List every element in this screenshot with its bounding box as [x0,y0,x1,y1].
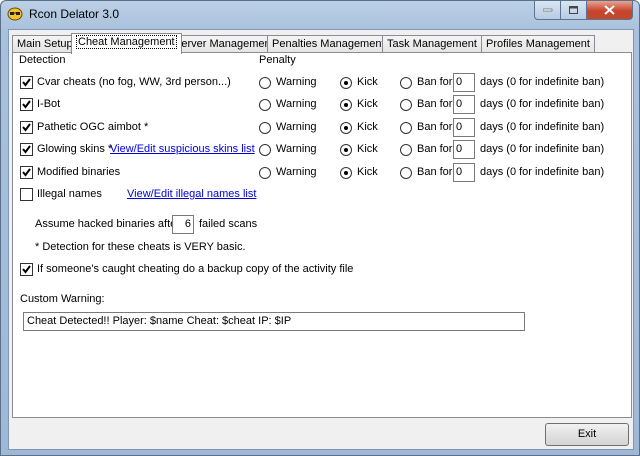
cvar-ban-days-input[interactable]: 0 [453,73,475,92]
binaries-ban-radio[interactable] [400,167,412,179]
skins-warning-radio[interactable] [259,144,271,156]
custom-warning-input[interactable]: Cheat Detected!! Player: $name Cheat: $c… [23,312,525,331]
ibot-label: I-Bot [37,98,61,110]
tab-label: Server Management [174,38,274,50]
ogc-aimbot-checkbox[interactable] [20,121,33,134]
close-icon [604,5,615,15]
cvar-ban-radio[interactable] [400,77,412,89]
cheat-management-panel: Detection Penalty Cvar cheats (no fog, W… [12,52,632,418]
backup-activity-checkbox[interactable] [20,263,33,276]
binaries-ban-days-input[interactable]: 0 [453,163,475,182]
checkmark-icon [22,145,31,154]
warning-label: Warning [276,166,317,178]
illegal-names-link[interactable]: View/Edit illegal names list [127,188,256,200]
tab-label: Main Setup [17,38,73,50]
ban-label: Ban for [417,76,453,88]
close-button[interactable] [587,1,633,20]
binaries-warning-radio[interactable] [259,167,271,179]
cvar-cheats-label: Cvar cheats (no fog, WW, 3rd person...) [37,76,231,88]
client-area: Main Setup Cheat Management Server Manag… [8,29,634,450]
tab-label: Profiles Management [486,38,590,50]
checkmark-icon [22,78,31,87]
hacked-binaries-suffix: failed scans [199,218,258,230]
modified-binaries-label: Modified binaries [37,166,121,178]
minimize-icon [542,8,552,12]
ogc-ban-radio[interactable] [400,122,412,134]
skins-ban-days-input[interactable]: 0 [453,140,475,159]
days-label: days (0 for indefinite ban) [480,143,605,155]
detection-note: * Detection for these cheats is VERY bas… [35,241,246,253]
skins-kick-radio[interactable] [340,144,352,156]
tab-server-management[interactable]: Server Management [169,35,279,53]
kick-label: Kick [357,143,378,155]
checkmark-icon [22,168,31,177]
skins-ban-radio[interactable] [400,144,412,156]
kick-label: Kick [357,76,378,88]
kick-label: Kick [357,98,378,110]
cvar-cheats-checkbox[interactable] [20,76,33,89]
ibot-ban-radio[interactable] [400,99,412,111]
warning-label: Warning [276,98,317,110]
kick-label: Kick [357,121,378,133]
warning-label: Warning [276,121,317,133]
ban-label: Ban for [417,143,453,155]
glowing-skins-label: Glowing skins * [37,143,113,155]
checkmark-icon [22,100,31,109]
cvar-warning-radio[interactable] [259,77,271,89]
failed-scans-input[interactable]: 6 [172,215,194,234]
binaries-kick-radio[interactable] [340,167,352,179]
app-logo-icon [7,7,23,21]
maximize-button[interactable] [561,1,587,20]
suspicious-skins-link[interactable]: View/Edit suspicious skins list [110,143,255,155]
ibot-ban-days-input[interactable]: 0 [453,95,475,114]
ibot-kick-radio[interactable] [340,99,352,111]
ogc-aimbot-label: Pathetic OGC aimbot * [37,121,149,133]
days-label: days (0 for indefinite ban) [480,98,605,110]
penalty-header: Penalty [259,54,296,66]
ibot-checkbox[interactable] [20,98,33,111]
tab-label: Cheat Management [76,35,177,49]
app-window: Rcon Delator 3.0 Main Setup Cheat Manage… [0,0,640,456]
maximize-icon [568,5,578,14]
tab-label: Task Management [387,38,477,50]
penalty-divider [259,67,623,68]
ogc-ban-days-input[interactable]: 0 [453,118,475,137]
minimize-button[interactable] [534,1,561,20]
ibot-warning-radio[interactable] [259,99,271,111]
custom-warning-label: Custom Warning: [20,293,105,305]
kick-label: Kick [357,166,378,178]
days-label: days (0 for indefinite ban) [480,121,605,133]
custom-warning-divider [19,306,525,307]
hacked-binaries-prefix: Assume hacked binaries after [35,218,180,230]
title-bar[interactable]: Rcon Delator 3.0 [1,1,639,27]
tab-cheat-management[interactable]: Cheat Management [71,33,182,54]
illegal-names-label: Illegal names [37,188,102,200]
detection-header: Detection [19,54,66,66]
ban-label: Ban for [417,166,453,178]
cvar-kick-radio[interactable] [340,77,352,89]
tab-profiles-management[interactable]: Profiles Management [481,35,595,53]
ban-label: Ban for [417,121,453,133]
checkmark-icon [22,265,31,274]
exit-button[interactable]: Exit [545,423,629,446]
days-label: days (0 for indefinite ban) [480,166,605,178]
tab-penalties-management[interactable]: Penalties Management [267,35,390,53]
checkmark-icon [22,123,31,132]
window-title: Rcon Delator 3.0 [29,7,120,21]
ban-label: Ban for [417,98,453,110]
warning-label: Warning [276,143,317,155]
illegal-names-checkbox[interactable] [20,188,33,201]
warning-label: Warning [276,76,317,88]
modified-binaries-checkbox[interactable] [20,166,33,179]
tab-task-management[interactable]: Task Management [382,35,482,53]
tab-label: Penalties Management [272,38,385,50]
ogc-kick-radio[interactable] [340,122,352,134]
ogc-warning-radio[interactable] [259,122,271,134]
glowing-skins-checkbox[interactable] [20,143,33,156]
tab-main-setup[interactable]: Main Setup [12,35,78,53]
backup-activity-label: If someone's caught cheating do a backup… [37,263,354,275]
detection-divider [19,67,243,68]
days-label: days (0 for indefinite ban) [480,76,605,88]
